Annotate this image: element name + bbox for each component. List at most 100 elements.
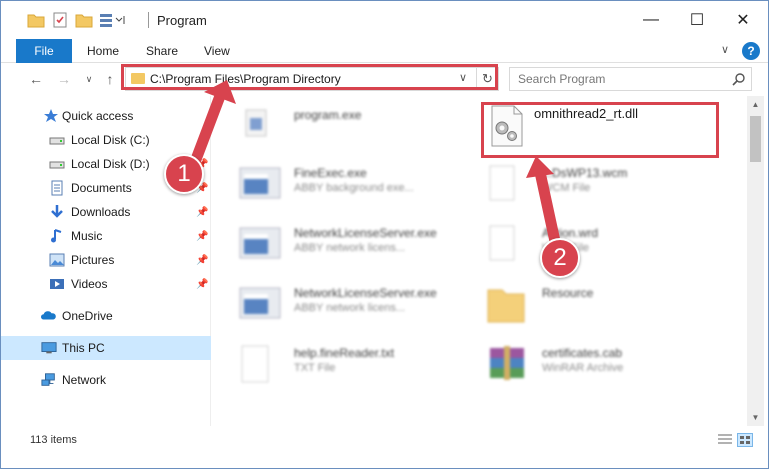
program-exe-icon xyxy=(238,104,282,148)
sidebar-item-label: This PC xyxy=(62,341,105,355)
list-item[interactable]: FineExec.exe ABBY background exe... xyxy=(238,162,488,214)
sidebar-item-label: Local Disk (C:) xyxy=(71,133,150,147)
sidebar-item-label: Quick access xyxy=(62,109,134,123)
list-item[interactable]: NetworkLicenseServer.exe ABBY network li… xyxy=(238,222,488,274)
file-description: ABBY background exe... xyxy=(294,182,414,194)
maximize-button[interactable]: ☐ xyxy=(674,1,720,39)
customize-toolbar-icon[interactable] xyxy=(98,11,125,29)
folder-icon xyxy=(486,282,530,326)
large-icons-view-icon[interactable] xyxy=(737,433,753,447)
file-description: ABBY network licens... xyxy=(294,242,406,254)
pictures-icon xyxy=(49,252,65,268)
documents-icon xyxy=(49,180,65,196)
file-name: Resource xyxy=(542,286,594,300)
list-item[interactable]: NetworkLicenseServer.exe ABBY network li… xyxy=(238,282,488,334)
callout-badge-1: 1 xyxy=(164,154,204,194)
help-button[interactable]: ? xyxy=(742,42,760,60)
file-name: certificates.cab xyxy=(542,346,623,360)
drive-icon xyxy=(49,156,65,172)
sidebar-item-label: Music xyxy=(71,229,103,243)
file-name: help.fineReader.txt xyxy=(294,346,395,360)
sidebar-item-this-pc[interactable]: This PC xyxy=(1,336,211,360)
sidebar-item-onedrive[interactable]: OneDrive xyxy=(1,304,211,328)
tab-home[interactable]: Home xyxy=(87,39,119,63)
file-description: WCM File xyxy=(542,182,591,194)
sidebar-item-label: Downloads xyxy=(71,205,131,219)
address-highlight xyxy=(121,64,498,90)
scroll-up-icon[interactable]: ▲ xyxy=(747,96,764,113)
list-item[interactable]: program.exe xyxy=(238,104,488,156)
status-bar: 113 items xyxy=(1,427,768,468)
blank-file-icon xyxy=(486,162,530,206)
pin-icon[interactable]: 📌 xyxy=(196,231,208,242)
tab-view[interactable]: View xyxy=(204,39,230,63)
blank-file-icon xyxy=(486,222,530,266)
tab-file[interactable]: File xyxy=(16,39,72,63)
properties-icon[interactable] xyxy=(51,11,69,29)
sidebar-item-pictures[interactable]: Pictures 📌 xyxy=(1,248,211,272)
file-name: Action.wrd xyxy=(542,226,599,240)
back-arrow-icon[interactable]: ← xyxy=(26,69,46,89)
sidebar-item-label: OneDrive xyxy=(62,309,113,323)
scroll-down-icon[interactable]: ▼ xyxy=(747,409,764,426)
onedrive-icon xyxy=(41,308,57,324)
app-icon xyxy=(238,282,282,326)
app-icon xyxy=(238,162,282,206)
vertical-scrollbar[interactable]: ▲ ▼ xyxy=(747,96,764,426)
sidebar-item-quick-access[interactable]: Quick access xyxy=(1,104,211,128)
sidebar-item-label: Videos xyxy=(71,277,108,291)
item-count: 113 items xyxy=(30,434,77,446)
list-item[interactable]: certificates.cab WinRAR Archive xyxy=(486,342,736,394)
app-icon xyxy=(238,222,282,266)
sidebar-item-downloads[interactable]: Downloads 📌 xyxy=(1,200,211,224)
navigation-pane: Quick access Local Disk (C:) Local Disk … xyxy=(1,96,211,426)
pin-icon[interactable]: 📌 xyxy=(196,279,208,290)
sidebar-item-network[interactable]: Network xyxy=(1,368,211,392)
file-name: NetworkLicenseServer.exe xyxy=(294,226,437,240)
network-icon xyxy=(41,372,57,388)
pin-icon[interactable]: 📌 xyxy=(196,255,208,266)
file-name: program.exe xyxy=(294,108,362,122)
scrollbar-thumb[interactable] xyxy=(750,116,761,162)
this-pc-icon xyxy=(41,340,57,356)
expand-ribbon-icon[interactable]: ∨ xyxy=(721,43,729,56)
title-separator xyxy=(148,12,149,28)
search-box[interactable]: Search Program xyxy=(509,67,752,91)
callout-badge-2: 2 xyxy=(540,238,580,278)
file-description: ABBY network licens... xyxy=(294,302,406,314)
pin-icon[interactable]: 📌 xyxy=(196,207,208,218)
sidebar-item-local-disk-c[interactable]: Local Disk (C:) xyxy=(1,128,211,152)
list-item[interactable]: ...DsWP13.wcm WCM File xyxy=(486,162,736,214)
sidebar-item-label: Network xyxy=(62,373,107,387)
close-button[interactable]: ✕ xyxy=(720,1,766,39)
downloads-icon xyxy=(49,204,65,220)
list-item[interactable]: Resource xyxy=(486,282,736,334)
text-file-icon xyxy=(238,342,282,386)
sidebar-item-label: Pictures xyxy=(71,253,115,267)
file-highlight xyxy=(481,102,719,158)
videos-icon xyxy=(49,276,65,292)
up-arrow-icon[interactable]: ↑ xyxy=(100,69,120,89)
music-icon xyxy=(49,228,65,244)
list-item[interactable]: help.fineReader.txt TXT File xyxy=(238,342,488,394)
new-folder-icon[interactable] xyxy=(75,11,93,29)
title-bar: Program — ☐ ✕ xyxy=(1,1,768,39)
star-icon xyxy=(43,108,59,124)
search-icon[interactable] xyxy=(732,72,746,86)
search-input[interactable]: Search Program xyxy=(518,72,605,86)
sidebar-item-videos[interactable]: Videos 📌 xyxy=(1,272,211,296)
recent-locations-icon[interactable]: ∨ xyxy=(79,69,99,89)
minimize-button[interactable]: — xyxy=(628,1,674,39)
file-name: ...DsWP13.wcm xyxy=(542,166,628,180)
list-item[interactable]: Action.wrd WRD File xyxy=(486,222,736,274)
ribbon-tabs: File Home Share View ∨ ? xyxy=(1,39,768,63)
sidebar-item-label: Documents xyxy=(71,181,132,195)
file-name: FineExec.exe xyxy=(294,166,367,180)
details-view-icon[interactable] xyxy=(717,433,733,447)
forward-arrow-icon[interactable]: → xyxy=(54,69,74,89)
sidebar-item-music[interactable]: Music 📌 xyxy=(1,224,211,248)
tab-share[interactable]: Share xyxy=(146,39,178,63)
file-name: NetworkLicenseServer.exe xyxy=(294,286,437,300)
folder-icon xyxy=(27,11,45,29)
sidebar-item-label: Local Disk (D:) xyxy=(71,157,150,171)
